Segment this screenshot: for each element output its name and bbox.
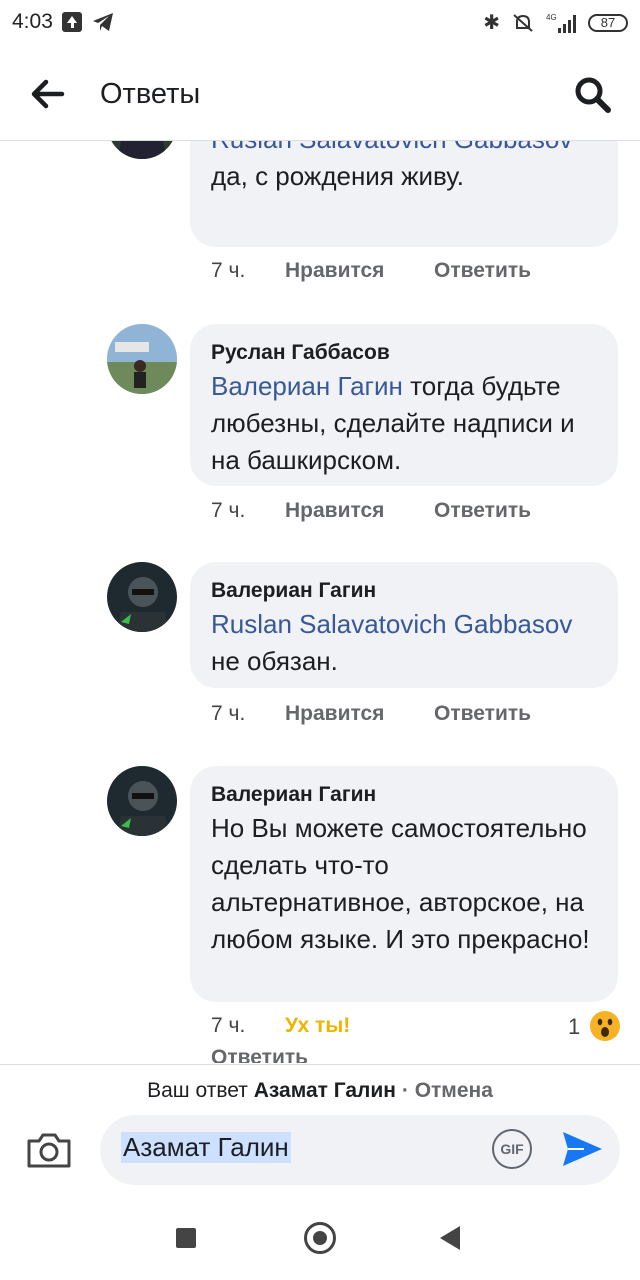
reply-target-name: Азамат Галин [253,1079,396,1102]
cancel-reply-button[interactable]: Отмена [415,1079,493,1102]
page-title: Ответы [100,78,201,110]
svg-text:4G: 4G [546,13,557,22]
search-icon[interactable] [574,76,612,114]
battery-icon: 87 [588,14,628,32]
comment-author[interactable]: Валериан Гагин [211,576,596,606]
mute-icon [513,14,533,32]
mention-link[interactable]: Ruslan Salavatovich Gabbasov [211,141,572,154]
send-icon[interactable] [560,1129,604,1169]
reply-button[interactable]: Ответить [434,499,531,523]
comment-text: Но Вы можете самостоятельно сделать что-… [211,813,590,954]
reply-input[interactable]: Азамат Галин GIF [100,1115,620,1185]
wow-emoji-icon [589,1010,621,1048]
home-button[interactable] [304,1222,336,1254]
comment-time: 7 ч. [211,499,246,522]
comment-author[interactable]: Руслан Габбасов [211,338,596,368]
status-bar: 4:03 ✱ 4G 87 [0,0,640,48]
comment-bubble[interactable]: Валериан Гагин Но Вы можете самостоятель… [190,766,618,1002]
comment-bubble[interactable]: Ruslan Salavatovich Gabbasov да, с рожде… [190,141,618,247]
like-button[interactable]: Нравится [285,499,384,523]
comments-list: Ruslan Salavatovich Gabbasov да, с рожде… [0,141,640,1063]
app-header: Ответы [0,48,640,141]
like-button[interactable]: Нравится [285,259,384,283]
reply-button[interactable]: Ответить [434,259,531,283]
recents-button[interactable] [176,1228,196,1248]
reply-button[interactable]: Ответить [434,702,531,726]
reaction-count: 1 [568,1014,581,1039]
avatar[interactable] [107,766,177,836]
comment-time: 7 ч. [211,702,246,725]
status-time: 4:03 [12,10,53,33]
telegram-icon [93,13,113,31]
signal-icon: 4G [546,13,576,33]
reaction-button[interactable]: Ух ты! [285,1014,350,1038]
reply-button[interactable]: Ответить [211,1046,308,1063]
system-nav-bar [0,1198,640,1280]
avatar[interactable] [107,141,177,159]
mention-link[interactable]: Валериан Гагин [211,371,403,401]
avatar[interactable] [107,324,177,394]
comment-bubble[interactable]: Валериан Гагин Ruslan Salavatovich Gabba… [190,562,618,688]
nav-back-button[interactable] [440,1226,460,1250]
arrow-left-icon[interactable] [30,78,66,110]
like-button[interactable]: Нравится [285,702,384,726]
avatar[interactable] [107,562,177,632]
comment-text: Валериан Гагин тогда будьте любезны, сде… [211,371,575,475]
comment-bubble[interactable]: Руслан Габбасов Валериан Гагин тогда буд… [190,324,618,486]
comment-text: Ruslan Salavatovich Gabbasov да, с рожде… [211,141,596,195]
gif-button[interactable]: GIF [492,1129,532,1169]
comment-text: Ruslan Salavatovich Gabbasov не обязан. [211,609,573,676]
mention-link[interactable]: Ruslan Salavatovich Gabbasov [211,609,572,639]
comment-author[interactable]: Валериан Гагин [211,780,596,810]
upload-icon [62,12,82,32]
bluetooth-icon: ✱ [483,12,500,34]
reply-bar: Ваш ответ Азамат Галин · Отмена Азамат Г… [0,1064,640,1199]
reply-target-line: Ваш ответ Азамат Галин · Отмена [147,1079,493,1102]
comment-time: 7 ч. [211,1014,246,1037]
comment-time: 7 ч. [211,259,246,282]
reply-input-text[interactable]: Азамат Галин [121,1132,291,1163]
camera-icon[interactable] [26,1131,72,1169]
